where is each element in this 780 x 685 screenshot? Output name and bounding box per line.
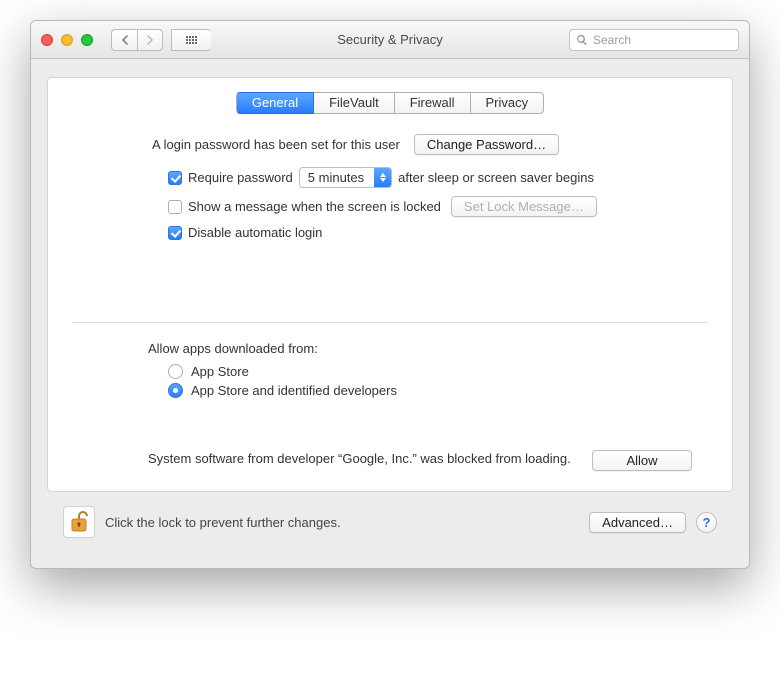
gatekeeper-option-label: App Store	[191, 364, 249, 379]
disable-autologin-checkbox[interactable]	[168, 226, 182, 240]
lock-message: Click the lock to prevent further change…	[105, 515, 341, 530]
require-password-row: Require password 5 minutes after sleep o…	[168, 167, 692, 188]
show-message-label: Show a message when the screen is locked	[188, 199, 441, 214]
show-message-checkbox[interactable]	[168, 200, 182, 214]
chevron-right-icon	[146, 35, 154, 45]
show-all-button[interactable]	[171, 29, 211, 51]
tab-filevault[interactable]: FileVault	[314, 92, 395, 114]
radio-icon	[168, 364, 183, 379]
stepper-icon	[374, 168, 391, 187]
set-lock-message-button: Set Lock Message…	[451, 196, 597, 217]
radio-icon	[168, 383, 183, 398]
back-button[interactable]	[111, 29, 137, 51]
search-placeholder: Search	[593, 33, 631, 47]
login-password-text: A login password has been set for this u…	[152, 137, 400, 152]
search-icon	[576, 34, 588, 46]
security-privacy-window: Security & Privacy Search General FileVa…	[30, 20, 750, 569]
panel: General FileVault Firewall Privacy A log…	[47, 77, 733, 492]
tab-general[interactable]: General	[236, 92, 314, 114]
lock-open-icon	[69, 511, 89, 533]
gatekeeper-option-appstore[interactable]: App Store	[168, 364, 692, 379]
gatekeeper-section: Allow apps downloaded from: App Store Ap…	[48, 323, 732, 410]
gatekeeper-heading: Allow apps downloaded from:	[148, 341, 692, 356]
tab-privacy[interactable]: Privacy	[471, 92, 545, 114]
require-password-prefix: Require password	[188, 170, 293, 185]
search-input[interactable]: Search	[569, 29, 739, 51]
advanced-button[interactable]: Advanced…	[589, 512, 686, 533]
footer: Click the lock to prevent further change…	[47, 492, 733, 554]
blocked-software-row: System software from developer “Google, …	[48, 410, 732, 471]
show-message-row: Show a message when the screen is locked…	[168, 196, 692, 217]
require-password-delay-value: 5 minutes	[300, 168, 374, 187]
window-controls	[41, 34, 93, 46]
show-all-group	[171, 29, 211, 51]
nav-back-forward	[111, 29, 163, 51]
login-password-row: A login password has been set for this u…	[152, 134, 692, 155]
require-password-checkbox[interactable]	[168, 171, 182, 185]
allow-button[interactable]: Allow	[592, 450, 692, 471]
gatekeeper-option-label: App Store and identified developers	[191, 383, 397, 398]
content: General FileVault Firewall Privacy A log…	[31, 59, 749, 568]
minimize-icon[interactable]	[61, 34, 73, 46]
gatekeeper-option-identified[interactable]: App Store and identified developers	[168, 383, 692, 398]
zoom-icon[interactable]	[81, 34, 93, 46]
tabs: General FileVault Firewall Privacy	[48, 92, 732, 114]
disable-autologin-row: Disable automatic login	[168, 225, 692, 240]
login-section: A login password has been set for this u…	[48, 134, 732, 272]
close-icon[interactable]	[41, 34, 53, 46]
forward-button[interactable]	[137, 29, 163, 51]
require-password-delay-select[interactable]: 5 minutes	[299, 167, 392, 188]
require-password-suffix: after sleep or screen saver begins	[398, 170, 594, 185]
blocked-software-text: System software from developer “Google, …	[148, 450, 572, 467]
help-button[interactable]: ?	[696, 512, 717, 533]
chevron-left-icon	[121, 35, 129, 45]
lock-button[interactable]	[63, 506, 95, 538]
tab-firewall[interactable]: Firewall	[395, 92, 471, 114]
change-password-button[interactable]: Change Password…	[414, 134, 559, 155]
disable-autologin-label: Disable automatic login	[188, 225, 322, 240]
titlebar: Security & Privacy Search	[31, 21, 749, 59]
grid-icon	[186, 36, 197, 44]
